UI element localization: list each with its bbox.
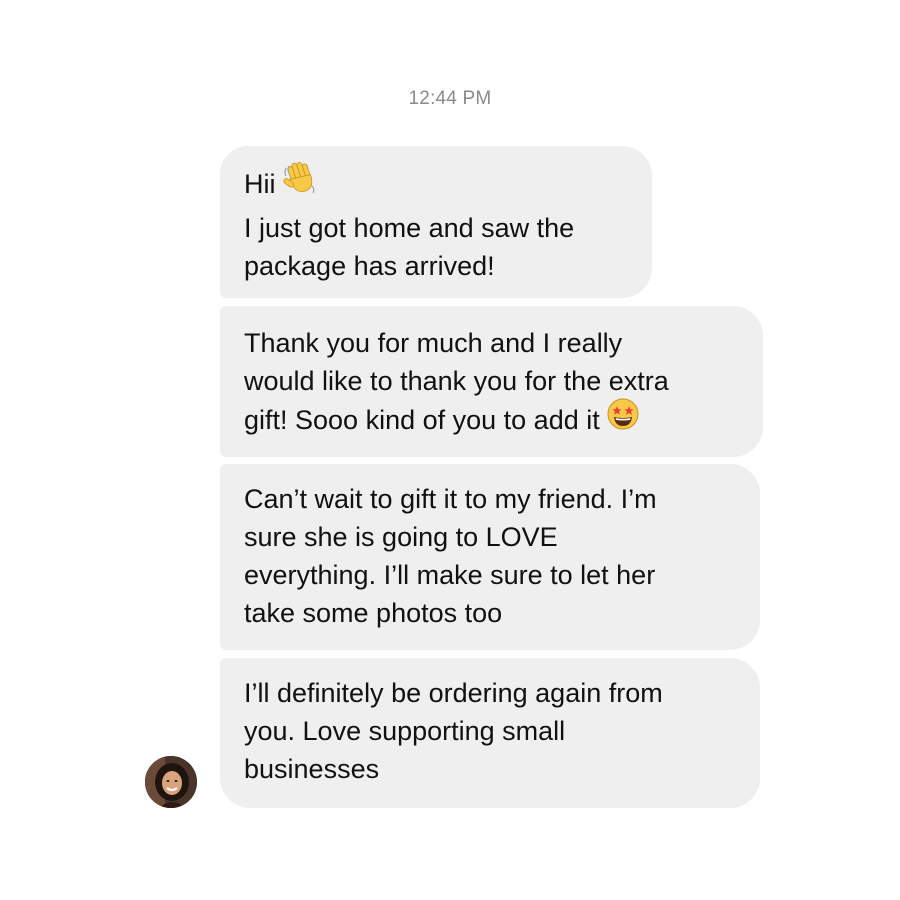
message-line: package has arrived!: [244, 251, 495, 281]
message-line: everything. I’ll make sure to let her: [244, 560, 656, 590]
profile-photo-icon: [145, 756, 197, 808]
message-bubble[interactable]: Can’t wait to gift it to my friend. I’m …: [220, 464, 760, 650]
message-bubble[interactable]: Thank you for much and I really would li…: [220, 306, 763, 457]
message-line: Hii: [244, 160, 630, 209]
message-line: you. Love supporting small: [244, 716, 566, 746]
chat-thread: 12:44 PM Hii I just got home and saw the: [0, 0, 900, 900]
message-line: I’ll definitely be ordering again from: [244, 678, 663, 708]
waving-hand-icon: [282, 160, 318, 206]
sender-avatar[interactable]: [145, 756, 197, 808]
message-line: sure she is going to LOVE: [244, 522, 558, 552]
message-bubble[interactable]: I’ll definitely be ordering again from y…: [220, 658, 760, 808]
message-line: Thank you for much and I really: [244, 328, 623, 358]
message-line: take some photos too: [244, 598, 503, 628]
message-line: I just got home and saw the: [244, 213, 575, 243]
message-line: gift! Sooo kind of you to add it: [244, 397, 741, 444]
star-struck-face-icon: [606, 397, 640, 441]
message-line: Can’t wait to gift it to my friend. I’m: [244, 484, 657, 514]
message-timestamp: 12:44 PM: [408, 88, 492, 109]
message-line: businesses: [244, 754, 380, 784]
message-line: would like to thank you for the extra: [244, 366, 669, 396]
message-bubble[interactable]: Hii I just got home and saw the package …: [220, 146, 652, 298]
